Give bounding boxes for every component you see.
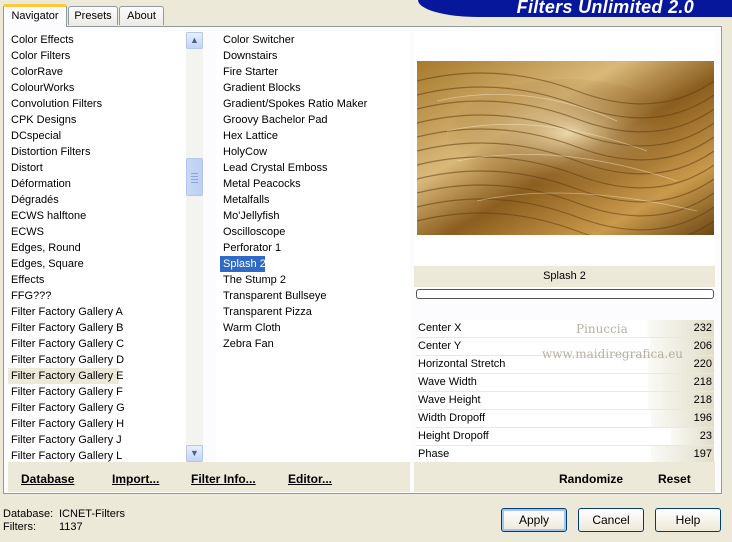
parameter-name: Center X bbox=[418, 322, 462, 334]
filter-item[interactable]: Gradient Blocks bbox=[220, 80, 301, 96]
tab-navigator[interactable]: Navigator bbox=[3, 4, 67, 27]
category-item[interactable]: Filter Factory Gallery C bbox=[8, 336, 124, 352]
parameter-name: Wave Width bbox=[418, 376, 477, 388]
editor-button[interactable]: Editor... bbox=[288, 472, 332, 486]
category-item[interactable]: Dégradés bbox=[8, 192, 59, 208]
filter-item[interactable]: Fire Starter bbox=[220, 64, 278, 80]
category-item[interactable]: ECWS halftone bbox=[8, 208, 86, 224]
category-item[interactable]: Filter Factory Gallery F bbox=[8, 384, 123, 400]
left-action-bar: Database Import... Filter Info... Editor… bbox=[8, 462, 410, 492]
category-item[interactable]: CPK Designs bbox=[8, 112, 76, 128]
tab-presets[interactable]: Presets bbox=[68, 6, 118, 25]
parameter-slider[interactable]: Width Dropoff 196 bbox=[416, 410, 714, 428]
category-item[interactable]: Filter Factory Gallery J bbox=[8, 432, 122, 448]
filter-item[interactable]: Transparent Bullseye bbox=[220, 288, 327, 304]
filter-item[interactable]: Metalfalls bbox=[220, 192, 269, 208]
category-item[interactable]: Color Effects bbox=[8, 32, 74, 48]
filter-item[interactable]: HolyCow bbox=[220, 144, 267, 160]
category-item[interactable]: Distort bbox=[8, 160, 43, 176]
watermark-name: Pinuccia bbox=[576, 322, 628, 336]
progress-bar bbox=[416, 289, 714, 299]
parameter-slider[interactable]: Wave Width 218 bbox=[416, 374, 714, 392]
category-item[interactable]: Edges, Round bbox=[8, 240, 81, 256]
category-item[interactable]: Filter Factory Gallery D bbox=[8, 352, 124, 368]
category-item[interactable]: Edges, Square bbox=[8, 256, 84, 272]
status-filters-value: 1137 bbox=[59, 521, 83, 533]
parameter-value: 218 bbox=[693, 376, 712, 388]
database-button[interactable]: Database bbox=[21, 472, 74, 486]
category-item[interactable]: DCspecial bbox=[8, 128, 61, 144]
tab-about[interactable]: About bbox=[119, 6, 164, 25]
filter-item[interactable]: Oscilloscope bbox=[220, 224, 285, 240]
scroll-up-icon[interactable]: ▲ bbox=[186, 32, 203, 49]
parameter-value: 232 bbox=[693, 322, 712, 334]
category-item[interactable]: Effects bbox=[8, 272, 44, 288]
parameter-name: Phase bbox=[418, 448, 450, 460]
scroll-thumb[interactable] bbox=[186, 158, 203, 196]
parameter-name: Center Y bbox=[418, 340, 462, 352]
filter-item[interactable]: Metal Peacocks bbox=[220, 176, 301, 192]
parameter-slider[interactable]: Center X 232 bbox=[416, 320, 714, 338]
parameter-value: 206 bbox=[693, 340, 712, 352]
parameter-value: 218 bbox=[693, 394, 712, 406]
parameter-name: Width Dropoff bbox=[418, 412, 486, 424]
filter-item[interactable]: Warm Cloth bbox=[220, 320, 281, 336]
apply-button[interactable]: Apply bbox=[501, 508, 567, 532]
status-filters-label: Filters: bbox=[3, 521, 36, 533]
category-item[interactable]: FFG??? bbox=[8, 288, 51, 304]
filter-item[interactable]: Gradient/Spokes Ratio Maker bbox=[220, 96, 367, 112]
filter-list[interactable]: Color Switcher Downstairs Fire Starter Grad… bbox=[216, 32, 410, 462]
category-item[interactable]: ColorRave bbox=[8, 64, 63, 80]
category-item[interactable]: ECWS bbox=[8, 224, 44, 240]
cancel-button[interactable]: Cancel bbox=[578, 508, 644, 532]
help-button[interactable]: Help bbox=[655, 508, 721, 532]
parameter-slider[interactable]: Height Dropoff 23 bbox=[416, 428, 714, 446]
status-database-label: Database: bbox=[3, 508, 54, 520]
filter-item[interactable]: Lead Crystal Emboss bbox=[220, 160, 328, 176]
category-item[interactable]: Convolution Filters bbox=[8, 96, 102, 112]
parameter-value: 23 bbox=[699, 430, 712, 442]
category-item[interactable]: Distortion Filters bbox=[8, 144, 90, 160]
filter-item[interactable]: Splash 2 bbox=[220, 256, 266, 272]
category-item[interactable]: Filter Factory Gallery A bbox=[8, 304, 123, 320]
status-database-value: ICNET-Filters bbox=[59, 508, 125, 520]
reset-button[interactable]: Reset bbox=[658, 472, 691, 486]
filter-item[interactable]: Perforator 1 bbox=[220, 240, 281, 256]
selected-filter-name: Splash 2 bbox=[414, 266, 715, 287]
category-item[interactable]: Filter Factory Gallery E bbox=[8, 368, 123, 384]
filter-item[interactable]: Groovy Bachelor Pad bbox=[220, 112, 328, 128]
category-item[interactable]: Déformation bbox=[8, 176, 71, 192]
filter-info-button[interactable]: Filter Info... bbox=[191, 472, 256, 486]
category-item[interactable]: Filter Factory Gallery G bbox=[8, 400, 125, 416]
category-scrollbar[interactable]: ▲ ▼ bbox=[186, 32, 203, 462]
filter-item[interactable]: Mo'Jellyfish bbox=[220, 208, 280, 224]
parameter-name: Wave Height bbox=[418, 394, 481, 406]
randomize-button[interactable]: Randomize bbox=[559, 472, 623, 486]
filter-item[interactable]: Transparent Pizza bbox=[220, 304, 312, 320]
category-list[interactable]: Color Effects Color Filters ColorRave Colou… bbox=[8, 32, 186, 462]
category-item[interactable]: Filter Factory Gallery B bbox=[8, 320, 123, 336]
parameter-name: Horizontal Stretch bbox=[418, 358, 506, 370]
preview-image bbox=[417, 61, 714, 235]
filter-item[interactable]: Zebra Fan bbox=[220, 336, 274, 352]
category-item[interactable]: ColourWorks bbox=[8, 80, 74, 96]
watermark-url: www.maidiregrafica.eu bbox=[542, 347, 684, 361]
parameter-value: 220 bbox=[693, 358, 712, 370]
right-action-bar: Randomize Reset bbox=[414, 462, 715, 492]
category-item[interactable]: Color Filters bbox=[8, 48, 70, 64]
title-banner: Filters Unlimited 2.0 bbox=[418, 0, 732, 17]
filter-item[interactable]: Downstairs bbox=[220, 48, 277, 64]
parameter-name: Height Dropoff bbox=[418, 430, 489, 442]
parameter-value: 196 bbox=[693, 412, 712, 424]
filter-item[interactable]: Color Switcher bbox=[220, 32, 295, 48]
filter-item[interactable]: Hex Lattice bbox=[220, 128, 278, 144]
scroll-down-icon[interactable]: ▼ bbox=[186, 445, 203, 462]
filter-item[interactable]: The Stump 2 bbox=[220, 272, 286, 288]
import-button[interactable]: Import... bbox=[112, 472, 159, 486]
category-item[interactable]: Filter Factory Gallery H bbox=[8, 416, 124, 432]
parameter-value: 197 bbox=[693, 448, 712, 460]
banner-title: Filters Unlimited 2.0 bbox=[516, 0, 694, 17]
parameter-slider[interactable]: Wave Height 218 bbox=[416, 392, 714, 410]
